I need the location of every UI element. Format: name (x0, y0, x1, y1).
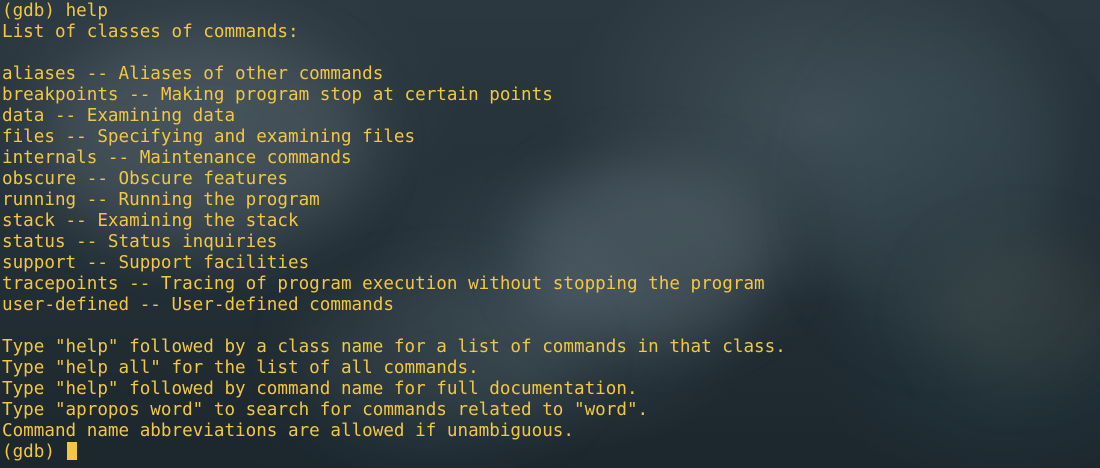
output-line: data -- Examining data (2, 106, 236, 126)
output-line: breakpoints -- Making program stop at ce… (2, 85, 553, 105)
output-line: internals -- Maintenance commands (2, 148, 352, 168)
output-line: aliases -- Aliases of other commands (2, 64, 384, 84)
input-line[interactable]: (gdb) (2, 442, 1092, 463)
output-line: Type "help" followed by command name for… (2, 379, 638, 399)
command-line: (gdb) help (2, 1, 1092, 22)
output-line: files -- Specifying and examining files (2, 127, 416, 147)
terminal-output[interactable]: (gdb) help List of classes of commands: … (2, 1, 1092, 463)
output-line: status -- Status inquiries (2, 232, 278, 252)
prompt: (gdb) (2, 1, 66, 21)
output-line: List of classes of commands: (2, 22, 299, 42)
output-line: tracepoints -- Tracing of program execut… (2, 274, 765, 294)
output-line: support -- Support facilities (2, 253, 310, 273)
text-cursor[interactable] (66, 442, 77, 460)
output-line: Command name abbreviations are allowed i… (2, 421, 574, 441)
prompt: (gdb) (2, 442, 66, 462)
output-line: stack -- Examining the stack (2, 211, 299, 231)
output-line: obscure -- Obscure features (2, 169, 288, 189)
output-line: Type "apropos word" to search for comman… (2, 400, 649, 420)
output-line: running -- Running the program (2, 190, 320, 210)
output-line: Type "help all" for the list of all comm… (2, 358, 479, 378)
output-line: user-defined -- User-defined commands (2, 295, 394, 315)
entered-command: help (65, 1, 108, 21)
output-line: Type "help" followed by a class name for… (2, 337, 786, 357)
